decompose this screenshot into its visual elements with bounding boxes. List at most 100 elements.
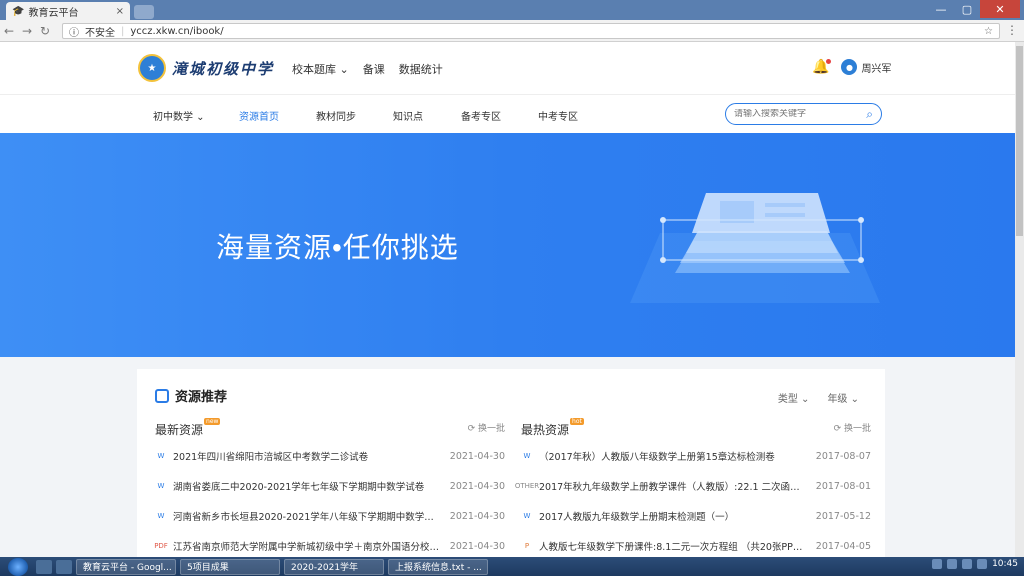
list-item[interactable]: PDF 江苏省南京师范大学附属中学新城初级中学＋南京外国语分校202... 20… (154, 531, 505, 557)
address-toolbar: ← → ↻ ⓘ 不安全 | yccz.xkw.cn/ibook/ ☆ ⋮ (0, 20, 1024, 42)
insecure-label: 不安全 (85, 27, 115, 39)
page-viewport: ★ 滝城初级中学 校本题库 ⌄ 备课 数据统计 🔔 ● 周兴军 初中数学 ⌄ 资… (0, 42, 1015, 557)
type-filter[interactable]: 类型 ⌄ (778, 390, 810, 405)
user-menu[interactable]: ● 周兴军 (841, 59, 891, 75)
resource-title[interactable]: 2017人教版九年级数学上册期末检测题（一） (539, 509, 808, 523)
minimize-button[interactable]: — (928, 0, 954, 18)
list-item[interactable]: W 河南省新乡市长垣县2020-2021学年八年级下学期期中数学试卷 2021-… (155, 501, 505, 531)
word-file-icon: W (157, 482, 165, 490)
resource-title[interactable]: 河南省新乡市长垣县2020-2021学年八年级下学期期中数学试卷 (173, 509, 442, 523)
resource-date: 2017-08-07 (815, 450, 871, 462)
topnav-item-lesson-prep[interactable]: 备课 (363, 61, 385, 77)
hottest-resources: 最热资源 hot ⟳ 换一批 W （2017年秋）人教版八年级数学上册第15章达… (514, 418, 871, 557)
resource-recommend-card: 资源推荐 类型 ⌄ 年级 ⌄ 最新资源 new ⟳ 换一批 W 2021年四川省… (137, 369, 885, 557)
info-icon[interactable]: ⓘ (69, 24, 79, 39)
search-icon[interactable]: ⌕ (866, 107, 873, 122)
reload-icon[interactable]: ↻ (36, 24, 54, 38)
subnav-item-exam-prep[interactable]: 备考专区 (461, 108, 501, 123)
subnav-item-textbook-sync[interactable]: 教材同步 (316, 108, 356, 123)
browser-menu-icon[interactable]: ⋮ (1006, 23, 1018, 37)
ppt-file-icon: P (524, 542, 530, 550)
resource-title[interactable]: 2017年秋九年级数学上册教学课件（人教版）:22.1 二次函数的图... (539, 479, 808, 493)
tray-icon (155, 388, 169, 403)
resource-title[interactable]: 湖南省娄底二中2020-2021学年七年级下学期期中数学试卷 (173, 479, 442, 493)
school-name: 滝城初级中学 (172, 59, 275, 78)
taskbar-item-chrome[interactable]: 教育云平台 - Googl... (76, 558, 176, 575)
taskbar-item-folder-1[interactable]: 5项目成果 (180, 558, 280, 575)
hottest-refresh-button[interactable]: ⟳ 换一批 (834, 421, 871, 434)
list-item[interactable]: W （2017年秋）人教版八年级数学上册第15章达标检测卷 2017-08-07 (521, 441, 871, 471)
scrollbar-thumb[interactable] (1016, 46, 1023, 236)
start-button[interactable] (8, 557, 28, 576)
grade-filter[interactable]: 年级 ⌄ (827, 390, 859, 405)
school-logo[interactable]: ★ 滝城初级中学 (138, 54, 274, 82)
top-nav: 校本题库 ⌄ 备课 数据统计 (292, 61, 443, 77)
pdf-file-icon: PDF (154, 542, 168, 550)
search-input[interactable] (734, 109, 854, 119)
url-text[interactable]: yccz.xkw.cn/ibook/ (130, 26, 223, 37)
media-icon[interactable] (56, 559, 72, 574)
taskbar-item-notepad[interactable]: 上报系统信息.txt - ... (388, 558, 488, 575)
resource-date: 2017-08-01 (815, 480, 871, 492)
list-item[interactable]: W 2021年四川省绵阳市涪城区中考数学二诊试卷 2021-04-30 (155, 441, 505, 471)
resource-title[interactable]: 2021年四川省绵阳市涪城区中考数学二诊试卷 (173, 449, 442, 463)
sub-nav: 初中数学 ⌄ 资源首页 教材同步 知识点 备考专区 中考专区 ⌕ (0, 95, 1015, 133)
notification-bell-icon[interactable]: 🔔 (812, 59, 832, 75)
section-title: 资源推荐 (155, 386, 227, 405)
resource-title[interactable]: 人教版七年级数学下册课件:8.1二元一次方程组 （共20张PPT） (539, 539, 808, 553)
latest-refresh-label: 换一批 (477, 424, 505, 434)
resource-date: 2017-05-12 (815, 510, 871, 522)
section-title-text: 资源推荐 (175, 390, 228, 405)
resource-title[interactable]: （2017年秋）人教版八年级数学上册第15章达标检测卷 (539, 449, 808, 463)
latest-header: 最新资源 new ⟳ 换一批 (155, 418, 505, 441)
volume-icon[interactable] (977, 559, 988, 569)
clock[interactable]: 10:45 (992, 559, 1018, 569)
maximize-button[interactable]: ▢ (954, 0, 980, 18)
security-icon[interactable] (947, 559, 958, 569)
user-name: 周兴军 (861, 63, 892, 75)
new-tab-button[interactable] (134, 5, 154, 19)
hero-banner: 海量资源•任你挑选 (0, 133, 1015, 357)
avatar: ● (841, 59, 858, 75)
list-item[interactable]: OTHER 2017年秋九年级数学上册教学课件（人教版）:22.1 二次函数的图… (514, 471, 871, 501)
close-window-button[interactable]: ✕ (980, 0, 1020, 18)
latest-refresh-button[interactable]: ⟳ 换一批 (468, 421, 505, 434)
resource-title[interactable]: 江苏省南京师范大学附属中学新城初级中学＋南京外国语分校202... (173, 539, 442, 553)
list-item[interactable]: P 人教版七年级数学下册课件:8.1二元一次方程组 （共20张PPT） 2017… (521, 531, 871, 557)
list-item[interactable]: W 湖南省娄底二中2020-2021学年七年级下学期期中数学试卷 2021-04… (155, 471, 505, 501)
page-scrollbar[interactable] (1015, 42, 1024, 557)
hottest-heading: 最热资源 (521, 423, 570, 437)
tab-close-icon[interactable]: × (116, 6, 124, 17)
subnav-item-knowledge-points[interactable]: 知识点 (393, 108, 423, 123)
subnav-item-zhongkao[interactable]: 中考专区 (538, 108, 578, 123)
omnibox-separator: | (121, 25, 125, 37)
new-badge: new (204, 418, 221, 425)
courseware-file-icon: OTHER (514, 482, 540, 490)
search-box: ⌕ (725, 103, 882, 125)
subject-selector[interactable]: 初中数学 ⌄ (153, 108, 205, 123)
input-method-icon[interactable] (932, 559, 943, 569)
list-item[interactable]: W 2017人教版九年级数学上册期末检测题（一） 2017-05-12 (521, 501, 871, 531)
taskbar-item-folder-2[interactable]: 2020-2021学年 (284, 558, 384, 575)
word-file-icon: W (523, 512, 531, 520)
topnav-item-question-bank[interactable]: 校本题库 ⌄ (292, 61, 349, 77)
hot-badge: hot (570, 418, 584, 425)
network-icon[interactable] (962, 559, 973, 569)
subnav-item-home[interactable]: 资源首页 (239, 108, 279, 123)
banner-slogan: 海量资源•任你挑选 (216, 231, 459, 264)
favicon-icon: 🎓 (12, 5, 25, 17)
back-icon[interactable]: ← (0, 24, 18, 38)
topnav-item-statistics[interactable]: 数据统计 (399, 61, 443, 77)
filters: 类型 ⌄ 年级 ⌄ (778, 390, 859, 405)
explorer-icon[interactable] (36, 559, 52, 574)
omnibox[interactable]: ⓘ 不安全 | yccz.xkw.cn/ibook/ ☆ (62, 23, 1000, 39)
bookmark-star-icon[interactable]: ☆ (984, 26, 993, 37)
forward-icon[interactable]: → (18, 24, 36, 38)
site-header: ★ 滝城初级中学 校本题库 ⌄ 备课 数据统计 🔔 ● 周兴军 (0, 42, 1015, 95)
latest-heading: 最新资源 (155, 423, 204, 437)
school-emblem-icon: ★ (138, 54, 166, 82)
browser-tab[interactable]: 🎓 教育云平台 × (6, 2, 130, 20)
latest-resources: 最新资源 new ⟳ 换一批 W 2021年四川省绵阳市涪城区中考数学二诊试卷 … (154, 418, 505, 557)
windows-taskbar: 教育云平台 - Googl... 5项目成果 2020-2021学年 上报系统信… (0, 557, 1024, 576)
hottest-header: 最热资源 hot ⟳ 换一批 (521, 418, 871, 441)
